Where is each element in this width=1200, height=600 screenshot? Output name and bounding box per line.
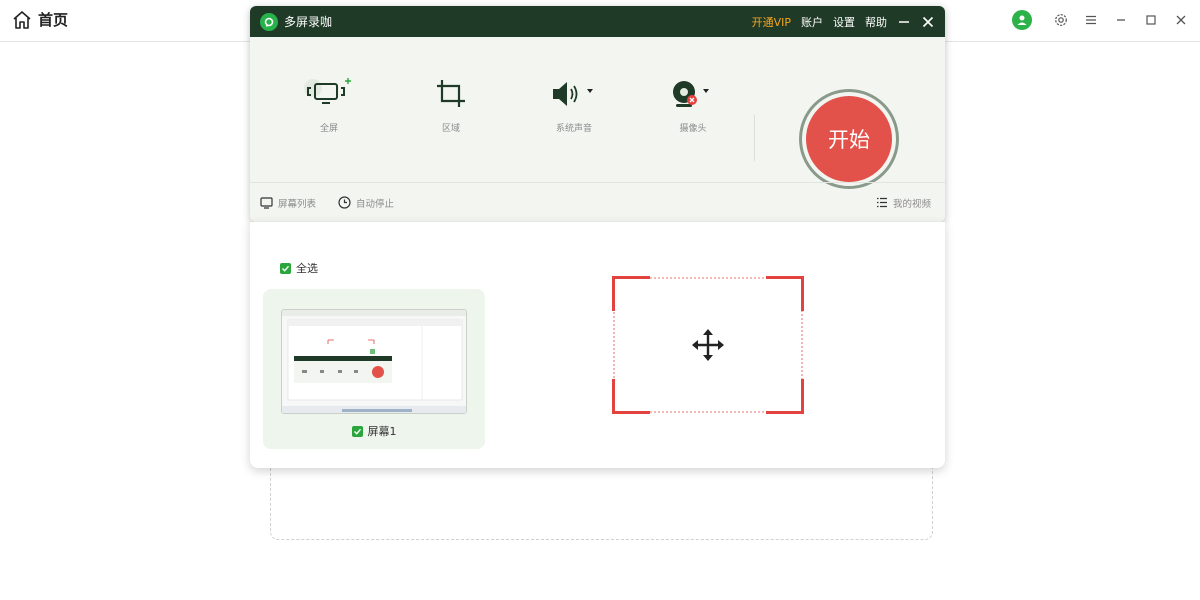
tool-region[interactable]: 区域 <box>406 77 496 134</box>
maximize-icon[interactable] <box>1142 11 1160 29</box>
tool-system-audio-label: 系统声音 <box>555 124 592 134</box>
recorder-minimize-icon[interactable] <box>897 15 911 29</box>
minimize-icon[interactable] <box>1112 11 1130 29</box>
monitor-icon <box>260 196 273 209</box>
tool-region-label: 区域 <box>441 124 460 134</box>
settings-link[interactable]: 设置 <box>833 14 855 30</box>
select-all-check-icon <box>280 262 291 274</box>
user-avatar-icon[interactable] <box>1012 10 1032 30</box>
recorder-close-icon[interactable] <box>921 15 935 29</box>
vip-link[interactable]: 开通VIP <box>752 14 791 30</box>
recorder-titlebar[interactable]: 多屏录咖 开通VIP 账户 设置 帮助 <box>250 6 945 37</box>
crop-icon <box>437 80 465 107</box>
my-videos-button[interactable]: 我的视频 <box>876 196 931 210</box>
screen-list-label: 屏幕列表 <box>278 198 317 210</box>
auto-stop-button[interactable]: 自动停止 <box>338 196 394 210</box>
account-link[interactable]: 账户 <box>801 14 823 30</box>
recorder-window: 多屏录咖 开通VIP 账户 设置 帮助 全屏 区域 系统声音 摄像头 开始 屏幕… <box>250 6 945 222</box>
auto-stop-label: 自动停止 <box>356 198 395 210</box>
help-link[interactable]: 帮助 <box>865 14 887 30</box>
close-icon[interactable] <box>1172 11 1190 29</box>
gear-icon[interactable] <box>1052 11 1070 29</box>
my-videos-label: 我的视频 <box>892 198 931 210</box>
camera-icon <box>673 81 709 107</box>
home-button[interactable]: 首页 <box>12 9 68 30</box>
home-title: 首页 <box>38 11 69 29</box>
tool-camera-label: 摄像头 <box>679 124 707 134</box>
list-icon <box>876 197 887 208</box>
screen-list-panel: 全选 屏幕1 <box>250 222 945 468</box>
app-name: 多屏录咖 <box>284 15 333 29</box>
tool-fullscreen[interactable]: 全屏 <box>284 77 374 134</box>
start-button[interactable]: 开始 <box>799 89 899 189</box>
menu-icon[interactable] <box>1082 11 1100 29</box>
home-icon <box>13 10 31 29</box>
start-label: 开始 <box>806 96 892 182</box>
tool-fullscreen-label: 全屏 <box>319 124 338 134</box>
screen-1-label: 屏幕1 <box>367 425 397 438</box>
app-logo-icon <box>260 12 278 31</box>
screen-thumbnail <box>281 309 467 414</box>
fullscreen-icon <box>304 78 351 104</box>
speaker-icon <box>553 82 593 106</box>
region-selector[interactable] <box>612 276 804 414</box>
clock-icon <box>338 196 351 209</box>
tool-camera[interactable]: 摄像头 <box>648 77 738 134</box>
screen-1-checkbox[interactable] <box>351 425 363 437</box>
select-all-label: 全选 <box>296 262 318 275</box>
screen-list-button[interactable]: 屏幕列表 <box>260 196 316 210</box>
tools-divider <box>754 115 755 161</box>
screen-card[interactable]: 屏幕1 <box>263 289 485 449</box>
select-all-checkbox[interactable]: 全选 <box>280 260 318 276</box>
tool-system-audio[interactable]: 系统声音 <box>529 77 619 134</box>
move-icon <box>692 329 724 361</box>
